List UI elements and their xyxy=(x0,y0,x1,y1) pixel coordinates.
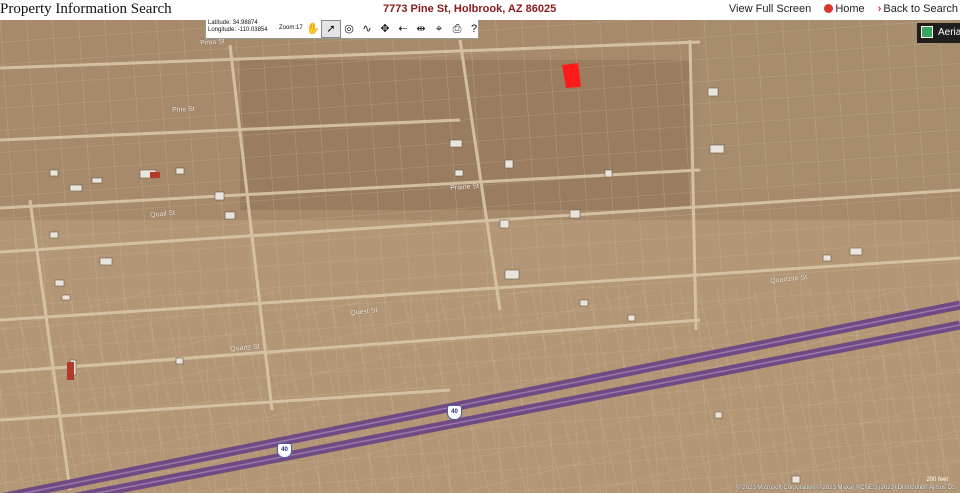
back-to-search-link[interactable]: Back to Search xyxy=(883,3,958,15)
aerial-imagery xyxy=(0,20,960,493)
app-title: Property Information Search xyxy=(0,1,172,17)
zoom-readout: Zoom:17 xyxy=(279,25,303,31)
help-icon[interactable]: ? xyxy=(465,21,483,37)
measure-distance-icon[interactable]: ⇹ xyxy=(412,21,430,37)
map-view[interactable]: Pima St Pine St Prairie St Quail St Quar… xyxy=(0,20,960,493)
view-full-screen-link[interactable]: View Full Screen xyxy=(729,3,811,15)
identify-icon[interactable]: ⌖ xyxy=(430,21,448,37)
pan-arrows-icon[interactable]: ✥ xyxy=(376,21,394,37)
interstate-shield: 40 xyxy=(277,443,292,458)
header-bar: Property Information Search 7773 Pine St… xyxy=(0,0,960,21)
longitude-readout: Longitude: -110.03854 xyxy=(208,27,268,33)
interstate-shield: 40 xyxy=(447,405,462,420)
pan-hand-icon[interactable]: ✋ xyxy=(304,21,322,37)
map-copyright: © 2023 Microsoft Corporation © 2023 Maxa… xyxy=(736,485,956,491)
select-pointer-icon[interactable]: ➚ xyxy=(321,20,341,38)
map-toolbar: Latitude: 34.98874 Longitude: -110.03854… xyxy=(205,20,479,39)
coordinate-readout: Latitude: 34.98874 Longitude: -110.03854 xyxy=(208,20,268,34)
latitude-readout: Latitude: 34.98874 xyxy=(208,20,258,26)
print-icon[interactable]: ⎙ xyxy=(448,21,466,37)
back-arrow-icon[interactable]: ⇠ xyxy=(394,21,412,37)
basemap-toggle-label: Aerial xyxy=(938,27,960,38)
map-scale: 200 feet xyxy=(926,477,948,483)
basemap-toggle-button[interactable]: Aerial xyxy=(917,23,960,43)
home-link[interactable]: Home xyxy=(835,3,864,15)
measure-icon[interactable]: ∿ xyxy=(358,21,376,37)
home-icon[interactable] xyxy=(824,4,834,13)
street-label: Pine St xyxy=(172,105,195,114)
property-address: 7773 Pine St, Holbrook, AZ 86025 xyxy=(383,3,557,15)
back-arrow-icon[interactable]: › xyxy=(878,3,882,15)
zoom-to-parcel-icon[interactable]: ◎ xyxy=(340,21,358,37)
aerial-basemap-icon xyxy=(921,26,933,38)
top-nav: View Full Screen Home › Back to Search xyxy=(729,3,958,15)
